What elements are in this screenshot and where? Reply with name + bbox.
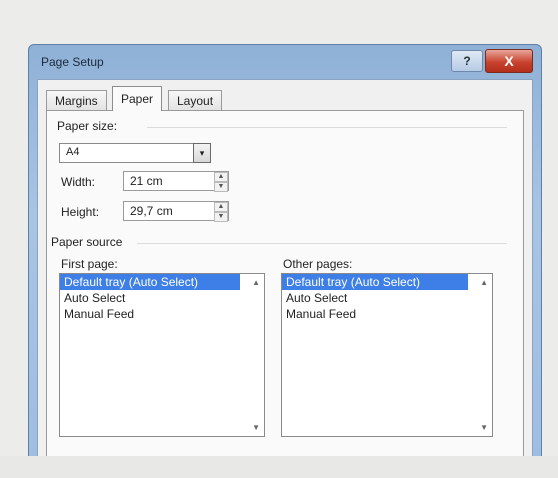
list-item[interactable]: Default tray (Auto Select) (282, 274, 468, 290)
width-value: 21 cm (130, 174, 163, 188)
spin-up-icon[interactable]: ▲ (214, 202, 228, 212)
width-spinner[interactable]: 21 cm ▲ ▼ (123, 171, 229, 192)
tab-margins[interactable]: Margins (46, 90, 107, 111)
height-label: Height: (61, 205, 100, 219)
tab-layout[interactable]: Layout (168, 90, 223, 111)
paper-source-label: Paper source (51, 235, 123, 249)
list-item[interactable]: Auto Select (282, 290, 492, 306)
paper-size-value: A4 (66, 146, 80, 158)
height-spinner[interactable]: 29,7 cm ▲ ▼ (123, 201, 229, 222)
scroll-up-icon[interactable]: ▲ (480, 278, 488, 287)
height-spin-buttons[interactable]: ▲ ▼ (214, 202, 228, 222)
spin-down-icon[interactable]: ▼ (214, 182, 228, 192)
width-label: Width: (61, 175, 96, 189)
width-spin-buttons[interactable]: ▲ ▼ (214, 172, 228, 192)
separator (147, 127, 507, 128)
scroll-up-icon[interactable]: ▲ (252, 278, 260, 287)
close-button[interactable]: X (485, 49, 533, 73)
page-edge (0, 456, 558, 478)
other-pages-list[interactable]: Default tray (Auto Select) Auto Select M… (281, 273, 493, 437)
spin-down-icon[interactable]: ▼ (214, 212, 228, 222)
dialog-client-area: Margins Paper Layout Paper size: A4 ▾ Wi… (37, 79, 533, 461)
help-button[interactable]: ? (451, 50, 483, 72)
paper-tab-panel: Paper size: A4 ▾ Width: 21 cm ▲ ▼ Height… (46, 110, 524, 458)
title-bar[interactable]: Page Setup ? X (29, 45, 541, 79)
dialog-title: Page Setup (41, 55, 104, 69)
scroll-down-icon[interactable]: ▼ (252, 423, 260, 432)
paper-size-label: Paper size: (57, 119, 118, 133)
other-pages-label: Other pages: (283, 257, 353, 271)
chevron-down-icon[interactable]: ▾ (193, 143, 211, 163)
list-item[interactable]: Auto Select (60, 290, 264, 306)
paper-size-combo[interactable]: A4 ▾ (59, 143, 211, 163)
separator (137, 243, 507, 244)
page-setup-dialog: Page Setup ? X Margins Paper Layout Pape… (28, 44, 542, 466)
list-item[interactable]: Manual Feed (282, 306, 492, 322)
list-item[interactable]: Manual Feed (60, 306, 264, 322)
first-page-list[interactable]: Default tray (Auto Select) Auto Select M… (59, 273, 265, 437)
first-page-label: First page: (61, 257, 118, 271)
height-value: 29,7 cm (130, 204, 173, 218)
list-item[interactable]: Default tray (Auto Select) (60, 274, 240, 290)
scroll-down-icon[interactable]: ▼ (480, 423, 488, 432)
spin-up-icon[interactable]: ▲ (214, 172, 228, 182)
tab-paper[interactable]: Paper (112, 86, 163, 111)
